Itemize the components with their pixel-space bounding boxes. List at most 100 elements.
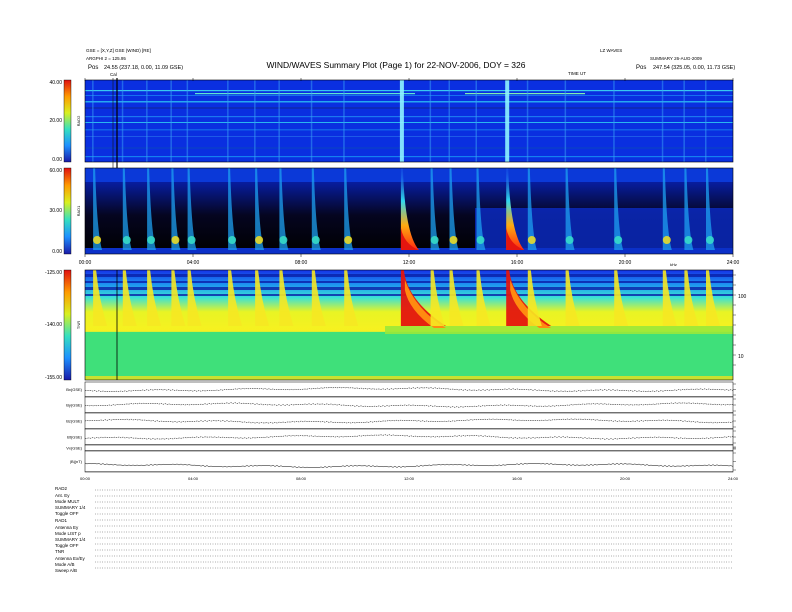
mag-series-label: Bz(GSE)	[66, 419, 82, 424]
rad2-burst	[146, 80, 148, 162]
mag-panel-frame	[84, 444, 734, 452]
rad1-burst-core	[565, 236, 574, 244]
mag-series-label: By(GSE)	[66, 403, 82, 408]
mag-series-label: Vx(GSE)	[66, 446, 82, 451]
rad2-burst	[227, 80, 229, 162]
colorbar-tick-label: -140.00	[45, 322, 62, 328]
tnr-right-tick-label: 100	[738, 294, 747, 300]
colorbar	[63, 269, 72, 381]
colorbar-tick-label: 40.00	[49, 80, 62, 86]
colorbar-tick-label: 20.00	[49, 118, 62, 124]
rad2-burst	[278, 80, 280, 162]
rad2-burst	[705, 80, 707, 162]
tnr-band	[85, 274, 733, 277]
rad1-burst-core	[171, 236, 180, 244]
rad2-burst	[310, 80, 313, 162]
colorbar-tick-label: -155.00	[45, 375, 62, 381]
rad2-burst	[121, 80, 124, 162]
page-title: WIND/WAVES Summary Plot (Page 1) for 22-…	[267, 60, 526, 70]
rad1-burst-core	[476, 236, 485, 244]
colorbar	[63, 79, 72, 163]
mag-panel-frame	[84, 381, 734, 398]
rad2-burst	[170, 80, 172, 162]
summary-plot: WIND/WAVES Summary Plot (Page 1) for 22-…	[0, 0, 792, 612]
rad2-band	[85, 101, 733, 103]
footer-rad2-title: RAD2	[55, 486, 68, 491]
rad2-band	[85, 90, 733, 92]
footer-rad1-title: RAD1	[55, 518, 68, 523]
tnr-right-axis-label: kHz	[670, 262, 677, 267]
tnr-right-tick-label: 10	[738, 354, 744, 360]
footer-tnr-line: Antenna Ex/Ey	[55, 556, 86, 561]
cal-label: Cal	[110, 72, 117, 77]
rad1-burst-core	[706, 236, 714, 244]
footer-rad2-line: Mode MULT	[55, 499, 80, 504]
x-tick-label: 12:00	[403, 260, 416, 266]
x-tick-label: 00:00	[79, 260, 92, 266]
rad2-background	[85, 80, 733, 162]
mag-series-label: Bt(GSE)	[67, 435, 83, 440]
header-left-line1: GSE = [X,Y,Z] GSE (WIND) [RE]	[86, 48, 151, 53]
rad2-burst	[343, 80, 345, 162]
mag-series-label: |B|(nT)	[70, 459, 83, 464]
rad1-burst-core	[147, 236, 156, 244]
footer-rad2-line: SUMMARY 1/4	[55, 505, 86, 510]
rad2-band	[85, 147, 733, 149]
rad2-band	[465, 93, 585, 95]
header-left-pos-label: Pos	[88, 65, 98, 71]
mag-x-tick-label: 20:00	[620, 476, 631, 481]
rad1-burst-core	[684, 236, 693, 244]
footer-rad1-line: Antenna Ey	[55, 525, 79, 530]
tnr-band	[85, 281, 733, 283]
footer-tnr-line: Mode A/B	[55, 562, 75, 567]
rad2-burst	[613, 80, 615, 162]
tnr-band	[85, 332, 733, 376]
footer-rad1-line: SUMMARY 1/4	[55, 537, 86, 542]
mag-series-label: Bx(GSE)	[66, 387, 82, 392]
rad2-burst	[475, 80, 477, 162]
rad1-burst-core	[614, 236, 623, 244]
rad1-burst-core	[662, 236, 671, 244]
colorbar-tick-label: -125.00	[45, 270, 62, 276]
rad1-burst-core	[228, 236, 237, 244]
x-tick-label: 04:00	[187, 260, 200, 266]
rad2-band	[85, 107, 733, 109]
header-right-pos-label: Pos	[636, 65, 646, 71]
rad1-burst-core	[527, 236, 536, 244]
tnr-panel	[84, 269, 734, 381]
panel-ylabel: RAD2	[76, 115, 81, 126]
footer-tnr-line: Sweep A/B	[55, 568, 77, 573]
rad2-burst	[429, 80, 432, 162]
mag-x-tick-label: 04:00	[188, 476, 199, 481]
time-ut-label: TIME UT	[568, 71, 586, 76]
rad1-burst-core	[430, 236, 439, 244]
footer-rad1-line: Toggle OFF	[55, 543, 79, 548]
panel-ylabel: RAD1	[76, 205, 81, 216]
mag-panel-frame	[84, 428, 734, 446]
rad1-burst-core	[187, 236, 196, 244]
mag-x-tick-label: 24:00	[728, 476, 739, 481]
header-left-pos-value: 24.55 (237.18, 0.00, 11.09 GSE)	[104, 65, 183, 71]
mag-x-tick-label: 16:00	[512, 476, 523, 481]
rad1-burst-core	[449, 236, 458, 244]
rad1-panel	[84, 167, 734, 255]
rad1-band	[85, 168, 733, 182]
rad2-burst	[254, 80, 256, 162]
x-tick-label: 08:00	[295, 260, 308, 266]
mag-panel-frame	[84, 450, 734, 473]
rad2-burst	[526, 80, 529, 162]
rad2-band	[85, 95, 733, 96]
rad1-burst-core	[279, 236, 288, 244]
header-left-line2: ARGPHI 2 = 125.95	[86, 56, 126, 61]
footer-rad2-line: Ant. Ey	[55, 493, 70, 498]
footer-rad2-line: Toggle OFF	[55, 511, 79, 516]
mag-x-tick-label: 08:00	[296, 476, 307, 481]
rad1-burst-core	[122, 236, 131, 244]
rad2-burst	[399, 80, 404, 162]
rad1-burst-core	[93, 236, 102, 244]
header-right-pos-value: 247.54 (325.05, 0.00, 11.73 GSE)	[653, 65, 735, 71]
panel-ylabel: TNR	[76, 321, 81, 329]
rad2-band	[85, 156, 733, 158]
colorbar-tick-label: 60.00	[49, 168, 62, 174]
rad1-burst-core	[344, 236, 353, 244]
